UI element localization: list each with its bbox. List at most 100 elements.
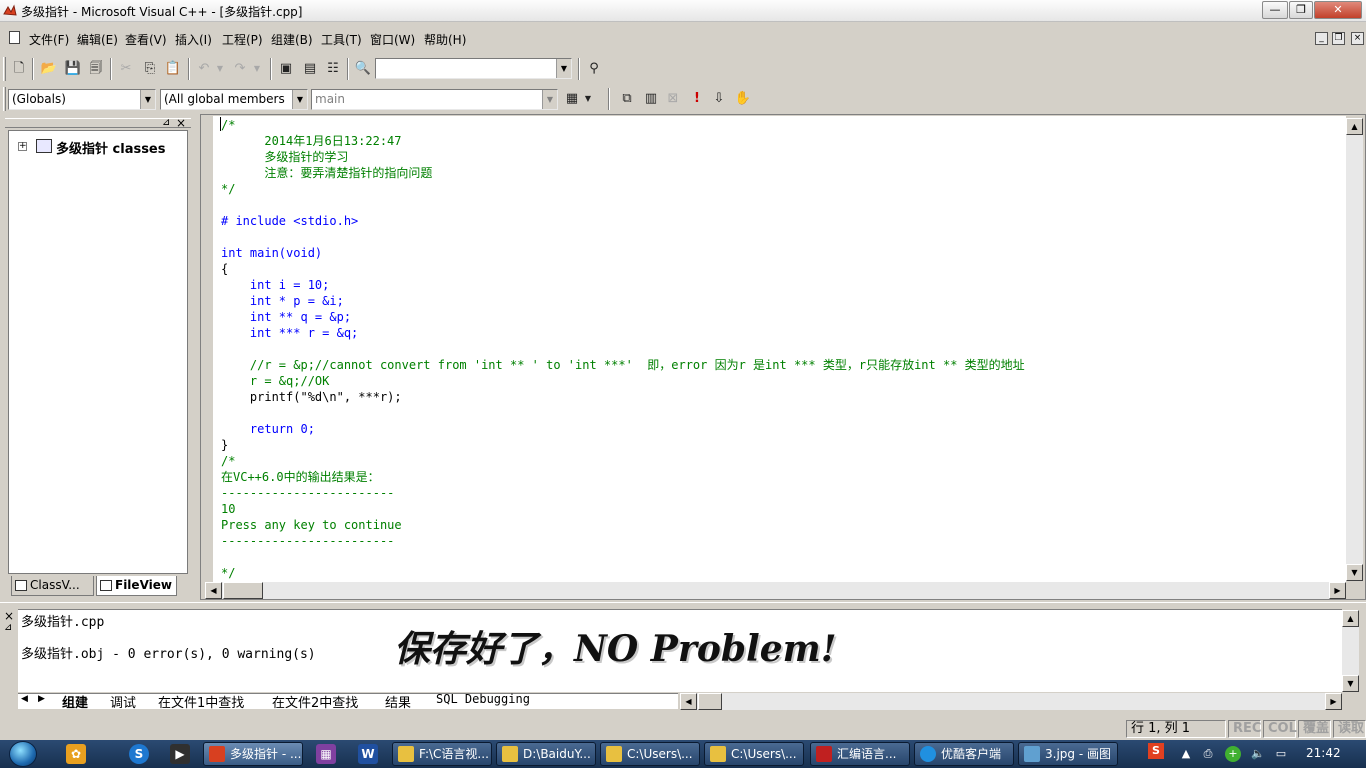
taskbar-item-users-1[interactable]: C:\Users\... [600, 742, 700, 766]
code-line[interactable]: //r = &p;//cannot convert from 'int ** '… [221, 357, 1025, 373]
code-line[interactable]: int *** r = &q; [221, 325, 358, 341]
code-line[interactable]: int i = 10; [221, 277, 329, 293]
menu-tools[interactable]: 工具(T) [321, 31, 362, 48]
editor-vertical-scrollbar[interactable]: ▲ ▼ [1346, 118, 1363, 581]
menu-view[interactable]: 查看(V) [125, 31, 167, 48]
function-combo[interactable]: main ▼ [311, 89, 558, 110]
scroll-right-icon[interactable]: ▶ [1325, 693, 1342, 710]
open-folder-icon[interactable]: 📂 [39, 59, 59, 79]
app-grid-icon[interactable]: ▦ [316, 744, 336, 764]
tab-classview[interactable]: ClassV... [11, 576, 94, 596]
code-line[interactable]: */ [221, 565, 235, 581]
code-line[interactable]: 10 [221, 501, 235, 517]
menu-build[interactable]: 组建(B) [271, 31, 313, 48]
360-icon[interactable]: ✿ [66, 744, 86, 764]
tab-debug[interactable]: 调试 [110, 692, 136, 711]
save-all-icon[interactable]: 🗐 [86, 59, 106, 79]
start-button[interactable] [9, 741, 37, 767]
output-window-icon[interactable]: ▤ [300, 59, 320, 79]
code-line[interactable]: } [221, 437, 228, 453]
find-combo[interactable]: ▼ [375, 58, 572, 79]
compile-icon[interactable]: ⧉ [617, 89, 637, 109]
tab-scroll-left-icon[interactable]: ◀ [21, 694, 28, 704]
workspace-float-icon[interactable]: ⊿ [162, 117, 170, 128]
code-line[interactable]: */ [221, 181, 235, 197]
word-icon[interactable]: W [358, 744, 378, 764]
toolbar-grip[interactable] [3, 87, 6, 111]
skype-icon[interactable]: S [129, 744, 149, 764]
tree-expand-icon[interactable]: + [18, 142, 27, 151]
paste-icon[interactable]: 📋 [163, 59, 183, 79]
scroll-left-icon[interactable]: ◀ [680, 693, 697, 710]
code-line[interactable]: 多级指针的学习 [221, 149, 348, 165]
taskbar-item-vc[interactable]: 多级指针 - ... [203, 742, 303, 766]
undo-dropdown-icon[interactable]: ▼ [214, 59, 226, 79]
workspace-window-icon[interactable]: ▣ [276, 59, 296, 79]
scroll-down-icon[interactable]: ▼ [1342, 675, 1359, 692]
tab-build[interactable]: 组建 [62, 692, 88, 711]
taskbar-item-users-2[interactable]: C:\Users\... [704, 742, 804, 766]
build-icon[interactable]: ▥ [641, 89, 661, 109]
taskbar-item-youku[interactable]: 优酷客户端 [914, 742, 1014, 766]
code-line[interactable]: return 0; [221, 421, 315, 437]
scroll-down-icon[interactable]: ▼ [1346, 564, 1363, 581]
cut-icon[interactable]: ✂ [116, 59, 136, 79]
mdi-restore-button[interactable]: ❐ [1332, 32, 1345, 45]
stop-build-icon[interactable]: ⊠ [663, 89, 683, 109]
usb-icon[interactable]: ⎙ [1200, 746, 1216, 762]
code-line[interactable]: Press any key to continue [221, 517, 402, 533]
output-float-icon[interactable]: ⊿ [4, 622, 12, 633]
show-hidden-icons-icon[interactable]: ▲ [1178, 746, 1194, 762]
code-editor[interactable]: /* 2014年1月6日13:22:47 多级指针的学习 注意：要弄清楚指针的指… [213, 116, 1346, 583]
volume-icon[interactable]: 🔈 [1250, 746, 1266, 762]
code-line[interactable]: 2014年1月6日13:22:47 [221, 133, 401, 149]
code-line[interactable]: ------------------------ [221, 533, 394, 549]
chevron-down-icon[interactable]: ▼ [556, 59, 571, 78]
wizard-dropdown-icon[interactable]: ▼ [582, 89, 594, 109]
menu-file[interactable]: 文件(F) [29, 31, 69, 48]
taskbar-clock[interactable]: 21:42 [1306, 746, 1341, 760]
code-line[interactable]: int * p = &i; [221, 293, 344, 309]
chevron-down-icon[interactable]: ▼ [140, 90, 155, 109]
code-line[interactable]: # include <stdio.h> [221, 213, 358, 229]
save-icon[interactable]: 💾 [63, 59, 83, 79]
code-line[interactable]: 注意：要弄清楚指针的指向问题 [221, 165, 432, 181]
code-line[interactable]: /* [221, 117, 235, 133]
editor-horizontal-scrollbar[interactable]: ◀ ▶ [205, 582, 1346, 599]
code-line[interactable]: printf("%d\n", ***r); [221, 389, 402, 405]
maximize-button[interactable]: ❐ [1289, 1, 1313, 19]
undo-icon[interactable]: ↶ [194, 59, 214, 79]
find-in-files-icon[interactable]: 🔍 [353, 59, 373, 79]
scroll-up-icon[interactable]: ▲ [1346, 118, 1363, 135]
network-icon[interactable]: ▭ [1273, 746, 1289, 762]
execute-icon[interactable]: ! [687, 89, 707, 109]
tab-fileview[interactable]: FileView [96, 576, 177, 596]
breakpoint-hand-icon[interactable]: ✋ [733, 89, 753, 109]
code-line[interactable]: ------------------------ [221, 485, 394, 501]
menu-help[interactable]: 帮助(H) [424, 31, 466, 48]
mdi-minimize-button[interactable]: _ [1315, 32, 1328, 45]
output-vertical-scrollbar[interactable]: ▲ ▼ [1342, 610, 1359, 692]
code-line[interactable]: int main(void) [221, 245, 322, 261]
workspace-close-icon[interactable]: × [176, 116, 186, 130]
scroll-left-icon[interactable]: ◀ [205, 582, 222, 599]
search-binoculars-icon[interactable]: ⚲ [584, 59, 604, 79]
menu-project[interactable]: 工程(P) [222, 31, 263, 48]
tree-root-label[interactable]: 多级指针 classes [56, 138, 166, 157]
globals-combo[interactable]: (Globals) ▼ [8, 89, 156, 110]
close-button[interactable]: ✕ [1314, 1, 1362, 19]
output-close-icon[interactable]: × [4, 609, 14, 623]
window-list-icon[interactable]: ☷ [323, 59, 343, 79]
redo-dropdown-icon[interactable]: ▼ [251, 59, 263, 79]
scroll-right-icon[interactable]: ▶ [1329, 582, 1346, 599]
taskbar-item-folder-baidu[interactable]: D:\BaiduY... [496, 742, 596, 766]
scroll-up-icon[interactable]: ▲ [1342, 610, 1359, 627]
menu-insert[interactable]: 插入(I) [175, 31, 212, 48]
menu-window[interactable]: 窗口(W) [370, 31, 415, 48]
code-line[interactable]: r = &q;//OK [221, 373, 329, 389]
redo-icon[interactable]: ↷ [230, 59, 250, 79]
tab-results[interactable]: 结果 [385, 692, 411, 711]
go-icon[interactable]: ⇩ [709, 89, 729, 109]
tab-find-in-files-2[interactable]: 在文件2中查找 [272, 692, 358, 711]
copy-icon[interactable]: ⎘ [140, 59, 160, 79]
